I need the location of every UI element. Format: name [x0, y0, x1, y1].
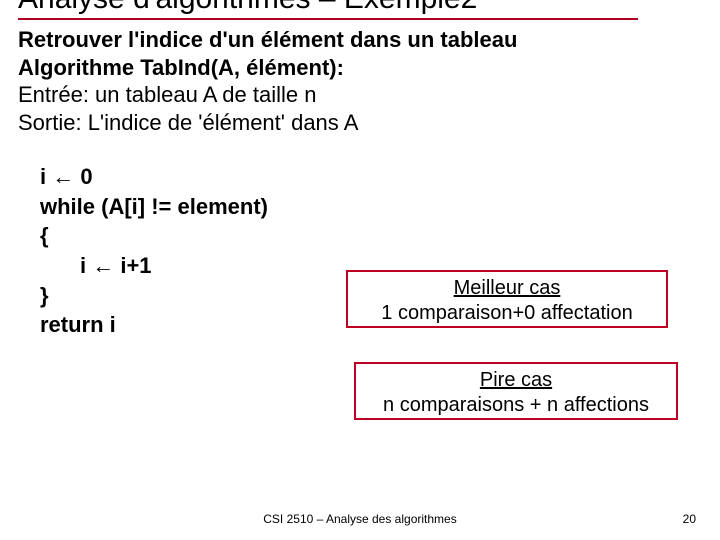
body-text: Retrouver l'indice d'un élément dans un … [18, 26, 702, 136]
page-number: 20 [683, 512, 696, 526]
footer-text: CSI 2510 – Analyse des algorithmes [0, 512, 720, 526]
best-case-box: Meilleur cas 1 comparaison+0 affectation [346, 270, 668, 328]
worst-case-title: Pire cas [362, 368, 670, 393]
slide-title: Analyse d'algorithmes – Exemple2 [18, 0, 638, 18]
slide: Analyse d'algorithmes – Exemple2 Retrouv… [0, 0, 720, 540]
sortie-line: Sortie: L'indice de 'élément' dans A [18, 109, 702, 137]
left-arrow-icon: ← [52, 164, 74, 189]
entree-line: Entrée: un tableau A de taille n [18, 81, 702, 109]
best-case-title: Meilleur cas [354, 276, 660, 301]
left-arrow-icon: ← [92, 253, 114, 278]
code-line-1: i ← 0 [40, 162, 702, 192]
problem-heading: Retrouver l'indice d'un élément dans un … [18, 26, 702, 54]
code-line-3: { [40, 221, 702, 251]
code-line-2: while (A[i] != element) [40, 192, 702, 222]
algo-signature: Algorithme TabInd(A, élément): [18, 54, 702, 82]
title-wrap: Analyse d'algorithmes – Exemple2 [18, 0, 638, 20]
best-case-text: 1 comparaison+0 affectation [354, 301, 660, 326]
worst-case-box: Pire cas n comparaisons + n affections [354, 362, 678, 420]
worst-case-text: n comparaisons + n affections [362, 393, 670, 418]
